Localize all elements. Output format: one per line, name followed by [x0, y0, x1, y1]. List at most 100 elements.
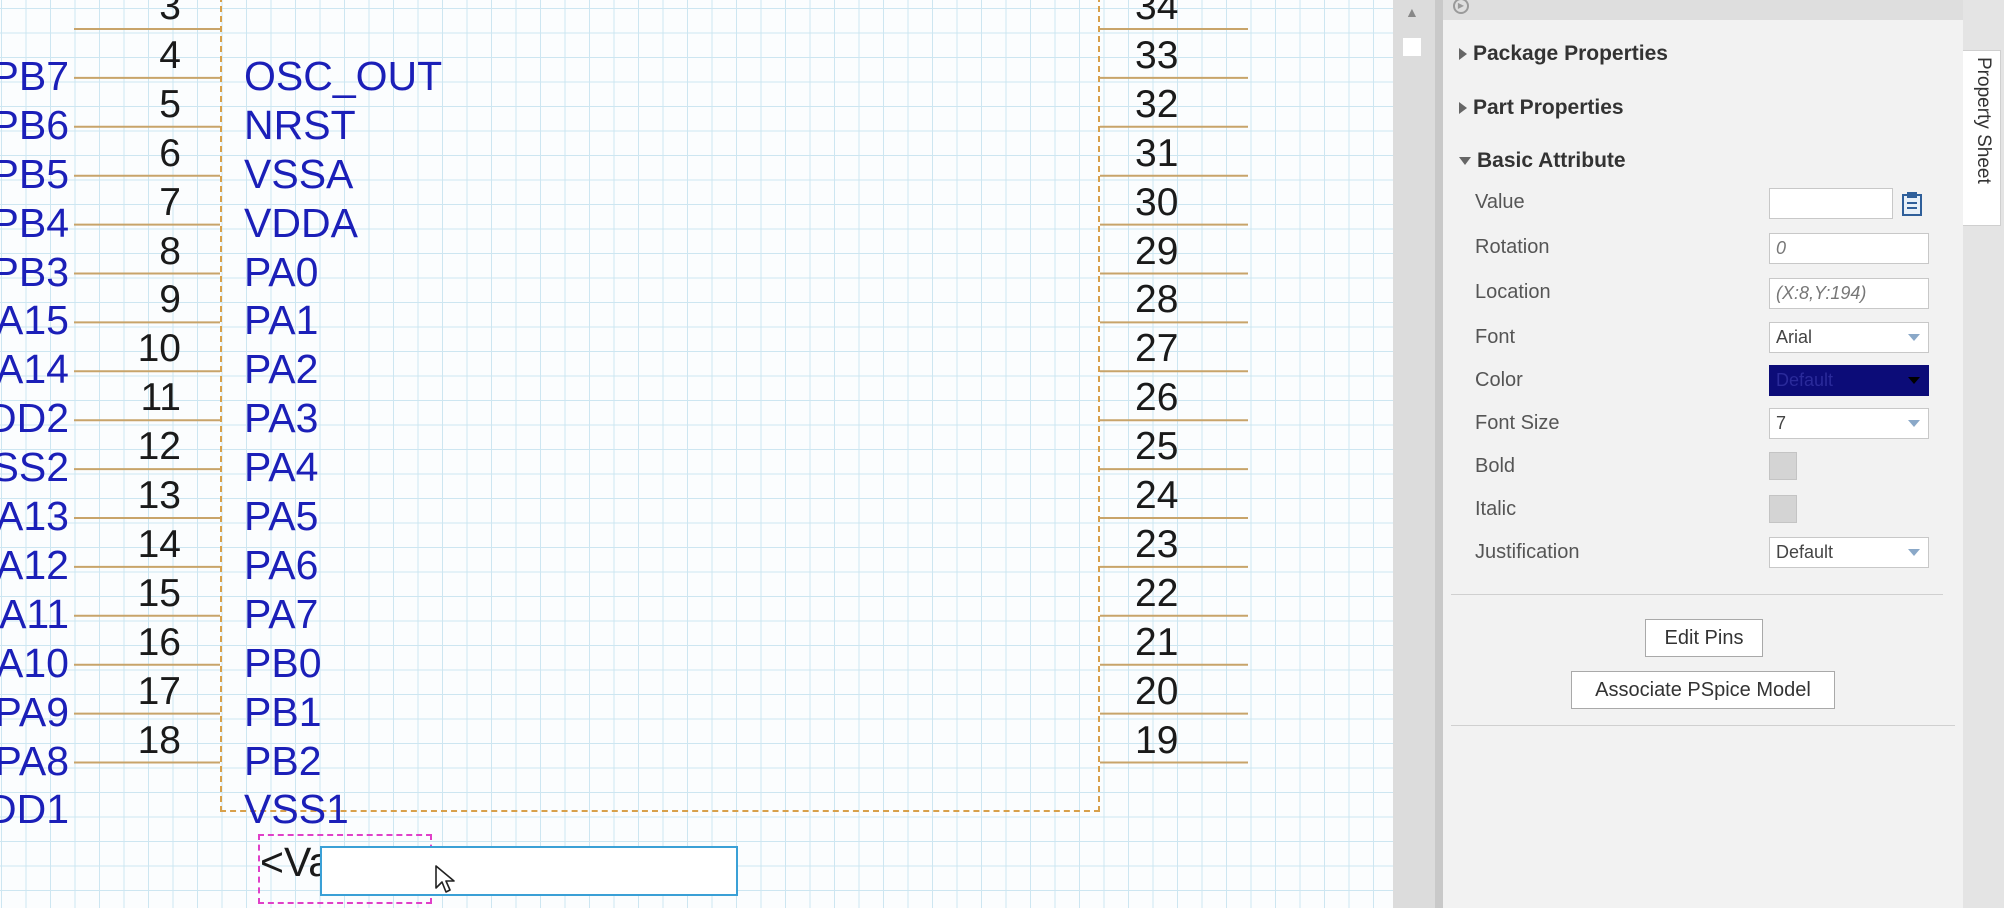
- pin-name: PB3: [0, 248, 69, 295]
- location-label: Location: [1475, 281, 1551, 303]
- pin-name: VSSA: [244, 150, 354, 197]
- color-dropdown-value: Default: [1776, 370, 1834, 390]
- pin-number: 32: [1135, 82, 1179, 126]
- pin-name: PA7: [244, 590, 319, 637]
- italic-label: Italic: [1475, 498, 1517, 520]
- pin-number: 12: [137, 425, 181, 469]
- pin-name: PA5: [244, 493, 319, 539]
- rotation-label: Rotation: [1475, 236, 1550, 258]
- pin-name: PB6: [0, 101, 69, 148]
- location-field[interactable]: (X:8,Y:194): [1769, 278, 1929, 309]
- pin-number: 34: [1135, 0, 1179, 28]
- section-label: Basic Attribute: [1477, 149, 1626, 172]
- pin-number: 11: [140, 376, 182, 420]
- italic-checkbox[interactable]: [1769, 495, 1797, 523]
- color-label: Color: [1475, 369, 1523, 391]
- pin-number: 31: [1135, 131, 1179, 175]
- pin-name: PA6: [244, 541, 319, 588]
- pin-name: PB2: [244, 737, 322, 784]
- pin-name: PA8: [0, 737, 69, 784]
- section-package-properties[interactable]: Package Properties: [1459, 42, 1668, 66]
- pin-number: 5: [159, 82, 181, 126]
- pin-number: 19: [1135, 718, 1179, 762]
- scrollbar-thumb[interactable]: [1403, 38, 1421, 56]
- pin-number: 8: [159, 229, 181, 273]
- justification-label: Justification: [1475, 541, 1580, 563]
- pin-number: 18: [137, 718, 181, 762]
- section-part-properties[interactable]: Part Properties: [1459, 96, 1624, 120]
- pin-number: 17: [137, 669, 181, 713]
- pin-number: 21: [1135, 620, 1179, 664]
- chevron-down-icon: [1908, 420, 1920, 427]
- pin-number: 26: [1135, 376, 1179, 420]
- value-label-text: Value: [1475, 191, 1525, 213]
- pin-name: PA2: [244, 346, 319, 393]
- chevron-down-icon: [1908, 549, 1920, 556]
- pin-name: PA9: [0, 688, 69, 735]
- rotation-field[interactable]: 0: [1769, 233, 1929, 264]
- property-panel: ▶ Package Properties Part Properties Bas…: [1443, 0, 1963, 908]
- canvas-vertical-scrollbar[interactable]: ▲: [1393, 0, 1435, 908]
- section-basic-attribute[interactable]: Basic Attribute: [1459, 149, 1626, 173]
- pin-name: VSS2: [0, 444, 69, 491]
- pin-name: PA4: [244, 444, 319, 491]
- divider: [1451, 725, 1955, 726]
- pin-number: 27: [1135, 327, 1179, 371]
- side-tab-label: Property Sheet: [1973, 57, 1994, 184]
- pin-name: VDDA: [244, 199, 358, 246]
- expand-arrow-icon: [1459, 48, 1467, 60]
- color-dropdown[interactable]: Default: [1769, 365, 1929, 396]
- pin-number: 22: [1135, 571, 1179, 615]
- pin-number: 4: [159, 33, 181, 77]
- chevron-down-icon: [1908, 334, 1920, 341]
- font-size-dropdown-value: 7: [1776, 413, 1787, 433]
- font-dropdown-value: Arial: [1776, 327, 1813, 347]
- play-circle-icon[interactable]: ▶: [1453, 0, 1469, 14]
- value-edit-box[interactable]: [320, 846, 738, 896]
- pin-name: PA15: [0, 297, 69, 344]
- pin-number: 24: [1135, 474, 1179, 517]
- associate-pspice-model-button[interactable]: Associate PSpice Model: [1571, 671, 1835, 709]
- font-dropdown[interactable]: Arial: [1769, 322, 1929, 353]
- scroll-up-arrow-icon[interactable]: ▲: [1405, 4, 1419, 20]
- justification-dropdown[interactable]: Default: [1769, 537, 1929, 568]
- pin-name: PA14: [0, 346, 69, 393]
- chevron-down-icon: [1908, 377, 1920, 384]
- pin-number: 14: [137, 522, 181, 566]
- value-field[interactable]: [1769, 188, 1893, 219]
- pin-name: PA11: [0, 590, 69, 637]
- collapse-arrow-icon: [1459, 157, 1471, 165]
- pin-number: 15: [137, 571, 181, 615]
- pin-number: 30: [1135, 180, 1179, 224]
- bold-checkbox[interactable]: [1769, 452, 1797, 480]
- font-size-dropdown[interactable]: 7: [1769, 408, 1929, 439]
- pin-number: 6: [159, 131, 181, 175]
- section-label: Part Properties: [1473, 96, 1624, 119]
- pin-number: 10: [137, 327, 181, 371]
- pin-name: PB1: [244, 688, 322, 735]
- schematic-canvas[interactable]: 3 4 OSC_OUT 5 NRST 6 VSSA 7 VDDA 8 PA0 9 PA1 10 PA2 11 P…: [0, 0, 1393, 908]
- pin-name: VDD2: [0, 395, 69, 442]
- pin-number: 33: [1135, 33, 1179, 77]
- pin-number: 20: [1135, 669, 1179, 713]
- property-sheet-tab[interactable]: Property Sheet: [1963, 50, 2001, 226]
- pin-name: NRST: [244, 101, 356, 148]
- pin-number: 13: [137, 474, 181, 517]
- clipboard-icon[interactable]: [1897, 190, 1927, 218]
- pin-name: PB7: [0, 52, 69, 99]
- panel-header-strip: ▶: [1443, 0, 1963, 20]
- pin-name: PA13: [0, 493, 69, 539]
- pin-number: 7: [159, 180, 181, 224]
- font-size-label: Font Size: [1475, 412, 1560, 434]
- pin-number: 23: [1135, 522, 1179, 566]
- mouse-cursor-icon: [435, 865, 455, 893]
- pin-name: VDD1: [0, 786, 69, 833]
- pin-number: 3: [159, 0, 181, 28]
- pin-name: PA1: [244, 297, 319, 344]
- font-label: Font: [1475, 326, 1516, 348]
- pin-name: PB4: [0, 199, 69, 246]
- edit-pins-button[interactable]: Edit Pins: [1645, 619, 1763, 657]
- pin-name: PA10: [0, 639, 69, 686]
- panel-splitter[interactable]: [1435, 0, 1443, 908]
- pin-number: 29: [1135, 229, 1179, 273]
